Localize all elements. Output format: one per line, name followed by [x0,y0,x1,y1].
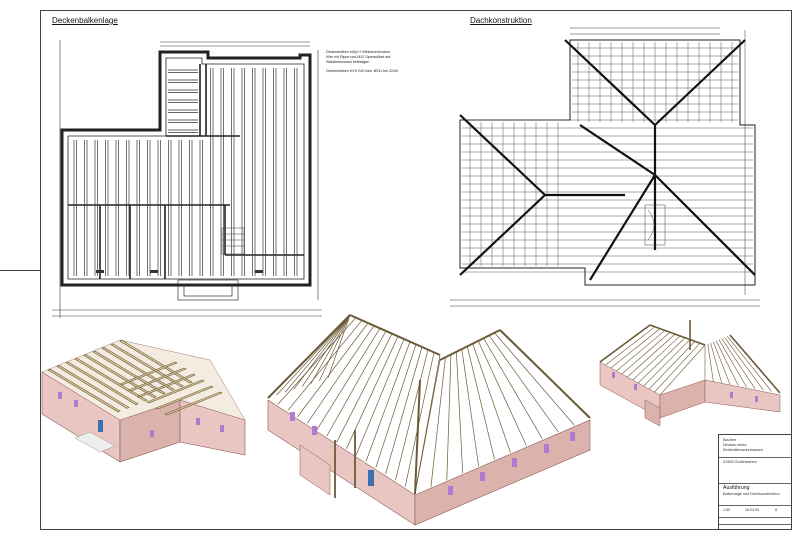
tb-scale: 1:50 [723,508,730,512]
drawing-sheet: Deckenbalkenlage Dachkonstruktion Decken… [0,0,800,540]
iso-view-roof-small [599,320,781,427]
tb-client-label: Bauherr [723,438,737,442]
tb-phase: Ausführung [723,485,750,491]
tb-date: 18.04.09 [745,508,759,512]
tb-sheet-number: 8 [775,508,777,512]
title-block: Bauherr Neubau eines Einfamilienwohnhaus… [718,434,792,530]
tb-location: 01983 Großräschen [723,460,757,464]
tb-drawing-title: Balkenlage und Dachkonstruktion [723,492,780,496]
tb-project-2: Einfamilienwohnhauses [723,448,763,452]
tb-project-1: Neubau eines [723,443,747,447]
